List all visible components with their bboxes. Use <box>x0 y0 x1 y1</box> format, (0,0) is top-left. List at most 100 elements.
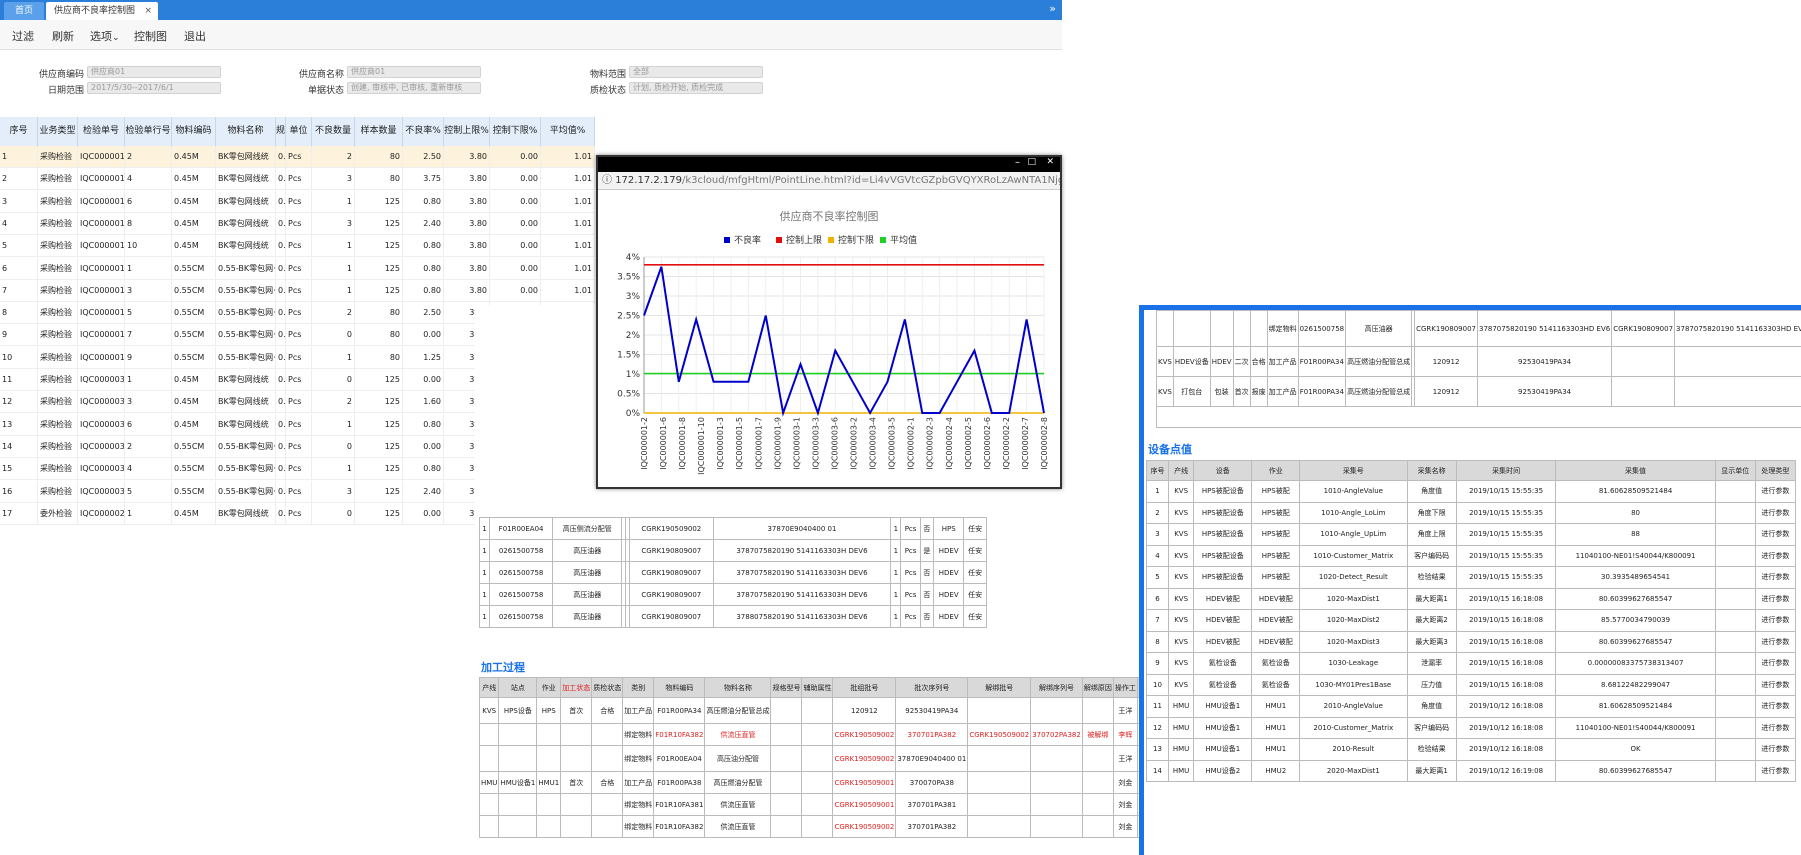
table-cell: 3787075820190 5141163303H DEV6 <box>712 539 892 562</box>
table-row: 1 F01R00EA04 高压侧流分配管 CGRK190509002 37870E904… <box>479 517 987 540</box>
column-header: 序号 <box>1145 460 1170 481</box>
table-cell: 120912 <box>832 697 897 724</box>
table-row[interactable]: 5 采购检验 IQC000001 10 0.45M BK零包网线统 0. Pcs 1 125 0.8… <box>0 235 595 258</box>
column-header: 采集名称 <box>1406 460 1457 481</box>
doc-status-field[interactable]: 创建, 审核中, 已审核, 重新审核 <box>347 82 481 94</box>
table-cell: 1 <box>312 346 355 369</box>
control-chart-button[interactable]: 控制图 <box>134 28 167 44</box>
table-cell: 高压油器 <box>552 561 623 584</box>
table-cell: 任安 <box>963 583 987 606</box>
column-header[interactable]: 规 <box>276 117 286 146</box>
refresh-button[interactable]: 刷新 <box>52 28 74 44</box>
table-cell <box>536 723 562 746</box>
column-header: 采集时间 <box>1455 460 1557 481</box>
date-range-field[interactable]: 2017/5/30--2017/6/1 <box>87 82 221 94</box>
column-header[interactable]: 物料编码 <box>172 117 216 146</box>
column-header[interactable]: 检验单行号 <box>125 117 172 146</box>
table-cell: 0.00 <box>490 257 541 280</box>
table-row[interactable]: 2 采购检验 IQC000001 4 0.45M BK零包网线统 0. Pcs 3 80 3.75 3… <box>0 168 595 191</box>
table-cell: 1 <box>479 605 490 628</box>
legend-swatch <box>880 237 886 243</box>
table-cell <box>591 723 624 746</box>
control-chart: 供应商不良率控制图不良率 控制上限 控制下限 平均值 0% 0.5% 1% 1.5% 2% 2.5… <box>617 209 1049 475</box>
table-cell <box>1674 346 1801 377</box>
table-cell: 92530419PA34 <box>1476 346 1613 377</box>
maximize-icon[interactable]: □ <box>1027 157 1036 167</box>
table-cell: Pcs <box>286 324 312 347</box>
supplier-code-field[interactable]: 供应商01 <box>87 66 221 78</box>
exit-button[interactable]: 退出 <box>184 28 206 44</box>
table-cell: 9 <box>1145 652 1170 675</box>
options-button[interactable]: 选项⌄ <box>90 28 120 44</box>
table-cell: BK零包网线统 <box>216 146 276 168</box>
column-header[interactable]: 物料名称 <box>216 117 276 146</box>
column-header[interactable]: 控制下限% <box>490 117 541 146</box>
column-header: 规格型号 <box>770 677 803 698</box>
column-header[interactable]: 单位 <box>286 117 312 146</box>
table-row[interactable]: 3 采购检验 IQC000001 6 0.45M BK零包网线统 0. Pcs 1 125 0.80… <box>0 190 595 213</box>
table-cell: 加工产品 <box>1266 376 1299 407</box>
column-header[interactable]: 业务类型 <box>38 117 78 146</box>
table-cell: IQC000001 <box>78 324 125 347</box>
table-row: 5 KVS HPS被配设备 HPS被配 1020-Detect_Result 检验结果 20… <box>1145 566 1797 589</box>
close-icon[interactable]: × <box>144 2 152 20</box>
table-cell: HDEV被配 <box>1193 587 1253 610</box>
table-cell: Pcs <box>286 212 312 235</box>
table-row[interactable]: 7 采购检验 IQC000001 3 0.55CM 0.55-BK零包网··· 0. Pcs 1… <box>0 279 595 302</box>
table-cell: 0.55CM <box>172 346 216 369</box>
table-cell: 采购检验 <box>38 212 78 235</box>
filter-button[interactable]: 过滤 <box>12 28 34 44</box>
table-cell: 125 <box>355 413 403 436</box>
table-cell: 1 <box>479 561 490 584</box>
table-cell <box>1714 673 1756 696</box>
table-cell: 采购检验 <box>38 168 78 191</box>
table-cell: HPS被配设备 <box>1193 501 1253 524</box>
inspect-status-field[interactable]: 计划, 质检开始, 质检完成 <box>629 82 763 94</box>
table-cell <box>770 723 803 746</box>
table-cell: 2 <box>125 435 172 458</box>
table-cell: HDEV被配 <box>1251 587 1301 610</box>
column-header[interactable]: 不良数量 <box>312 117 355 146</box>
column-header[interactable]: 平均值% <box>541 117 595 146</box>
column-header[interactable]: 控制上限% <box>444 117 490 146</box>
table-cell <box>967 697 1032 724</box>
table-cell: Pcs <box>286 435 312 458</box>
popup-titlebar[interactable]: – □ ✕ <box>598 157 1060 172</box>
table-cell: 0.55CM <box>172 480 216 503</box>
table-cell: 1.01 <box>541 146 595 168</box>
tab-supplier-defect-chart[interactable]: 供应商不良率控制图 × <box>46 2 158 20</box>
table-cell: 0 <box>312 502 355 525</box>
column-header[interactable]: 序号 <box>0 117 38 146</box>
material-range-field[interactable]: 全部 <box>629 66 763 78</box>
table-cell: 绑定物料 <box>1266 310 1299 347</box>
column-header[interactable]: 检验单号 <box>78 117 125 146</box>
tab-home[interactable]: 首页 <box>4 2 44 20</box>
close-icon[interactable]: ✕ <box>1046 157 1054 167</box>
table-cell: 2010-AngleValue <box>1299 695 1408 718</box>
table-cell: 1 <box>125 257 172 280</box>
table-cell: 2.50 <box>403 146 444 168</box>
table-cell: 委外检验 <box>38 502 78 525</box>
table-cell: 3 <box>312 480 355 503</box>
column-header[interactable]: 不良率% <box>403 117 444 146</box>
table-cell: 1 <box>1145 480 1170 503</box>
address-bar[interactable]: ⓘ 172.17.2.179/k3cloud/mfgHtml/PointLine… <box>598 172 1060 190</box>
table-cell: 0.55-BK零包网··· <box>216 346 276 369</box>
x-tick-label: IQC000001-6 <box>659 417 668 470</box>
y-tick-label: 1.5% <box>617 351 640 361</box>
x-tick-label: IQC000002-6 <box>983 417 992 470</box>
table-cell: HMU设备1 <box>1193 716 1253 739</box>
table-cell: 高压侧流分配管 <box>552 517 623 540</box>
minimize-icon[interactable]: – <box>1015 157 1020 168</box>
table-cell <box>1714 695 1756 718</box>
table-row[interactable]: 1 采购检验 IQC000001 2 0.45M BK零包网线统 0. Pcs 2 80 2.50 3… <box>0 146 595 168</box>
table-cell: 125 <box>355 502 403 525</box>
collapse-icon[interactable]: » <box>1049 2 1056 15</box>
table-row[interactable]: 4 采购检验 IQC000001 8 0.45M BK零包网线统 0. Pcs 3 125 2.40… <box>0 212 595 235</box>
table-cell: 2 <box>0 168 38 191</box>
table-row[interactable]: 6 采购检验 IQC000001 1 0.55CM 0.55-BK零包网··· 0. Pcs 1… <box>0 257 595 280</box>
table-row: 11 HMU HMU设备1 HMU1 2010-AngleValue 角度值 2019/10… <box>1145 695 1797 718</box>
supplier-name-field[interactable]: 供应商01 <box>347 66 481 78</box>
inspect-status-label: 质检状态 <box>589 86 626 96</box>
column-header[interactable]: 样本数量 <box>355 117 403 146</box>
